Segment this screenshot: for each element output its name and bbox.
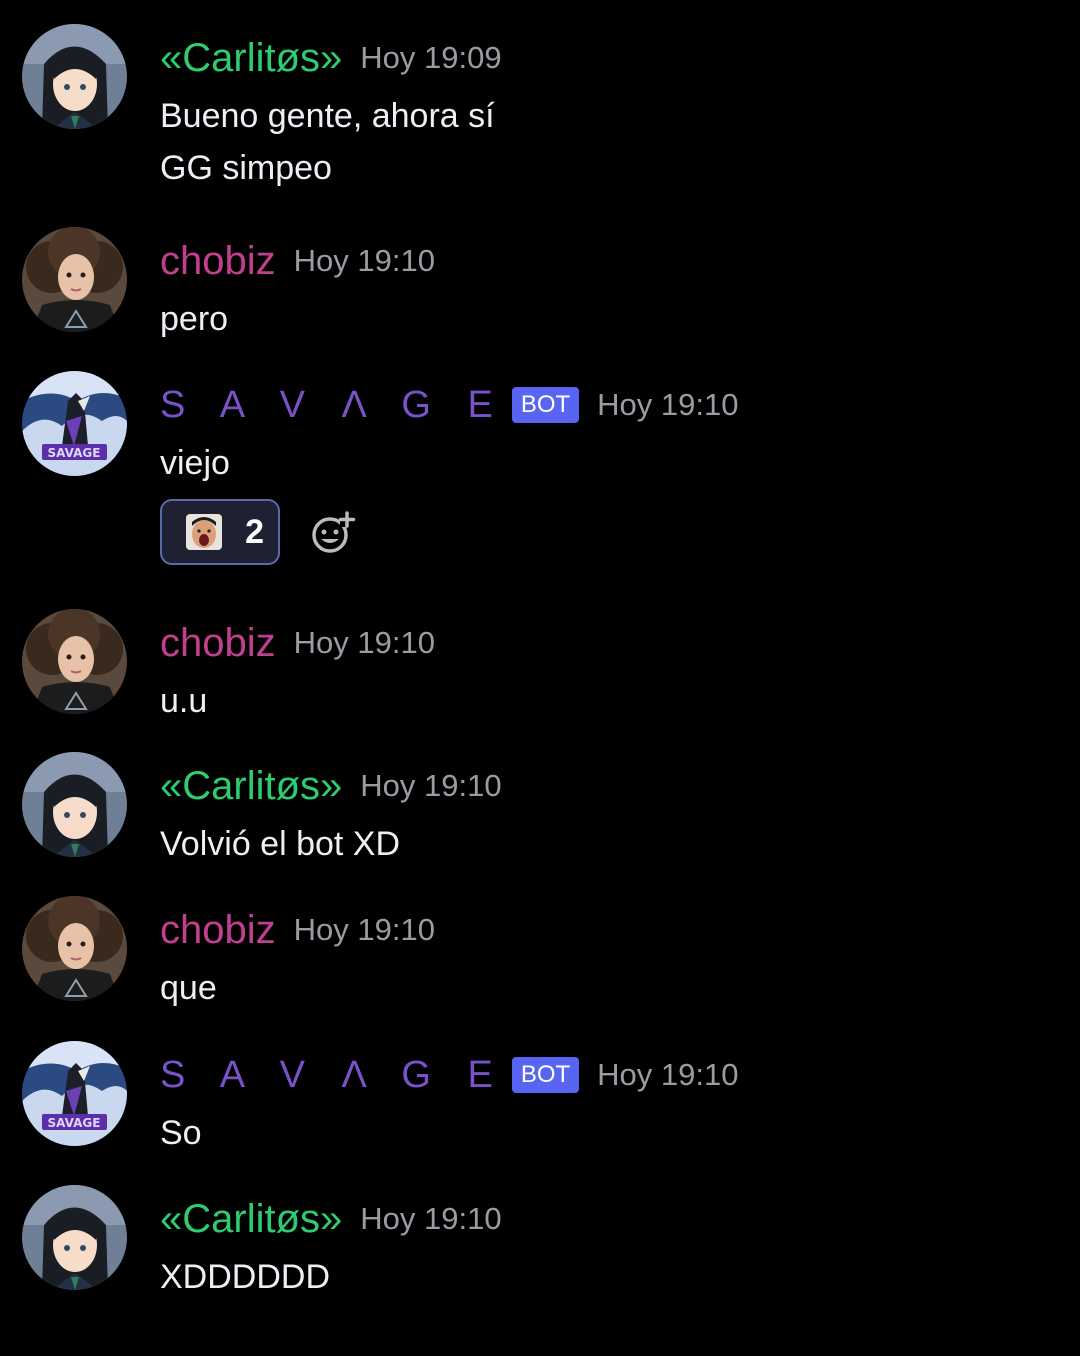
message-line: viejo bbox=[160, 444, 230, 482]
svg-text:SAVAGE: SAVAGE bbox=[48, 446, 101, 460]
author-name[interactable]: chobiz bbox=[160, 906, 276, 954]
avatar[interactable] bbox=[22, 752, 127, 857]
message-content: Bueno gente, ahora sí GG simpeo bbox=[160, 90, 495, 194]
message-content: Volvió el bot XD bbox=[160, 818, 400, 870]
message-header: S A V Λ G E BOT Hoy 19:10 bbox=[160, 1051, 739, 1099]
bot-badge: BOT bbox=[511, 1057, 580, 1093]
curly-hair-girl-avatar bbox=[22, 609, 127, 714]
message-line: Bueno gente, ahora sí bbox=[160, 97, 495, 135]
timestamp: Hoy 19:10 bbox=[597, 1057, 739, 1092]
curly-hair-girl-avatar bbox=[22, 227, 127, 332]
message-content: pero bbox=[160, 293, 228, 345]
author-name[interactable]: chobiz bbox=[160, 237, 276, 285]
message-header: «Carlitøs» Hoy 19:09 bbox=[160, 34, 502, 82]
message-content: XDDDDDD bbox=[160, 1251, 330, 1303]
message-header: S A V Λ G E BOT Hoy 19:10 bbox=[160, 381, 739, 429]
message-content: So bbox=[160, 1107, 202, 1159]
add-reaction-icon[interactable] bbox=[310, 509, 356, 555]
wolf-logo-avatar: SAVAGE bbox=[22, 1041, 127, 1146]
timestamp: Hoy 19:10 bbox=[597, 387, 739, 422]
timestamp: Hoy 19:10 bbox=[360, 768, 502, 803]
message-header: «Carlitøs» Hoy 19:10 bbox=[160, 762, 502, 810]
author-name[interactable]: S A V Λ G E bbox=[160, 381, 506, 429]
author-name[interactable]: «Carlitøs» bbox=[160, 762, 342, 810]
screaming-face-emoji-icon bbox=[186, 514, 222, 550]
timestamp: Hoy 19:09 bbox=[360, 40, 502, 75]
avatar[interactable] bbox=[22, 1185, 127, 1290]
message-line: XDDDDDD bbox=[160, 1258, 330, 1296]
anime-girl-avatar bbox=[22, 24, 127, 129]
message-header: «Carlitøs» Hoy 19:10 bbox=[160, 1195, 502, 1243]
avatar[interactable] bbox=[22, 609, 127, 714]
message-line: GG simpeo bbox=[160, 149, 332, 187]
message-header: chobiz Hoy 19:10 bbox=[160, 906, 435, 954]
author-name[interactable]: S A V Λ G E bbox=[160, 1051, 506, 1099]
reaction-count: 2 bbox=[245, 512, 264, 551]
message-line: Volvió el bot XD bbox=[160, 825, 401, 863]
message-content: u.u bbox=[160, 675, 207, 727]
avatar[interactable] bbox=[22, 227, 127, 332]
author-name[interactable]: chobiz bbox=[160, 619, 276, 667]
author-name[interactable]: «Carlitøs» bbox=[160, 1195, 342, 1243]
message-content: viejo bbox=[160, 437, 230, 489]
message-header: chobiz Hoy 19:10 bbox=[160, 237, 435, 285]
reaction-pill[interactable]: 2 bbox=[160, 499, 280, 565]
avatar[interactable] bbox=[22, 24, 127, 129]
message-line: u.u bbox=[160, 682, 208, 720]
avatar[interactable]: SAVAGE bbox=[22, 371, 127, 476]
svg-text:SAVAGE: SAVAGE bbox=[48, 1116, 101, 1130]
timestamp: Hoy 19:10 bbox=[293, 625, 435, 660]
anime-girl-avatar bbox=[22, 1185, 127, 1290]
reaction-bar: 2 bbox=[160, 499, 356, 565]
timestamp: Hoy 19:10 bbox=[293, 243, 435, 278]
message-content: que bbox=[160, 962, 217, 1014]
timestamp: Hoy 19:10 bbox=[360, 1201, 502, 1236]
author-name[interactable]: «Carlitøs» bbox=[160, 34, 342, 82]
message-line: So bbox=[160, 1114, 202, 1152]
anime-girl-avatar bbox=[22, 752, 127, 857]
avatar[interactable] bbox=[22, 896, 127, 1001]
message-line: pero bbox=[160, 300, 229, 338]
curly-hair-girl-avatar bbox=[22, 896, 127, 1001]
timestamp: Hoy 19:10 bbox=[293, 912, 435, 947]
bot-badge: BOT bbox=[511, 387, 580, 423]
avatar[interactable]: SAVAGE bbox=[22, 1041, 127, 1146]
message-line: que bbox=[160, 969, 217, 1007]
chat-message-list[interactable]: «Carlitøs» Hoy 19:09 Bueno gente, ahora … bbox=[0, 0, 1080, 1356]
wolf-logo-avatar: SAVAGE bbox=[22, 371, 127, 476]
message-header: chobiz Hoy 19:10 bbox=[160, 619, 435, 667]
